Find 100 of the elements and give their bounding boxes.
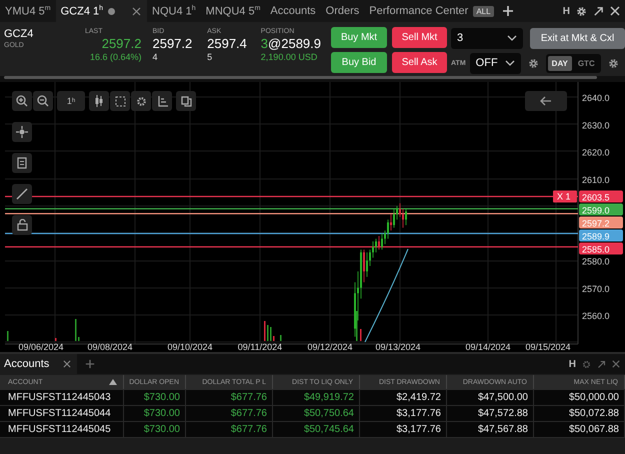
tab[interactable]: Orders [320, 0, 364, 22]
table-cell: $677.76 [186, 390, 273, 405]
selection-icon [114, 96, 126, 106]
price-tick: 2560.0 [582, 311, 610, 321]
popout-icon[interactable] [593, 6, 604, 16]
table-cell: $50,072.88 [534, 406, 625, 421]
table-cell: MFFUSFST112445043 [0, 390, 124, 405]
price-line[interactable] [5, 246, 578, 248]
zoom-in-icon [16, 95, 28, 107]
axis-icon [156, 96, 168, 106]
price-tick: 2570.0 [582, 284, 610, 294]
price-tag: 2597.2 [579, 216, 623, 228]
settings-icon[interactable] [608, 58, 619, 68]
tab-label: Orders [326, 5, 360, 17]
date-label: 09/14/2024 [465, 342, 511, 352]
price-tick: 2620.0 [582, 148, 610, 158]
tab[interactable]: Accounts [265, 0, 321, 22]
atm-dropdown[interactable]: OFF [470, 52, 521, 74]
price-line[interactable] [5, 232, 578, 234]
close-icon[interactable] [132, 6, 142, 16]
position-quantity: 3 [260, 36, 268, 51]
settings-icon[interactable] [576, 6, 587, 16]
copy-icon [180, 96, 192, 106]
order-tag[interactable]: X 1 [553, 190, 577, 202]
tab[interactable]: GCZ4 1$^{h}$ [56, 0, 148, 22]
chevron-down-icon [504, 60, 515, 66]
position-price: @2589.9 [268, 36, 321, 51]
buy-button[interactable]: Buy Bid [331, 52, 388, 73]
tab-label: Accounts [270, 5, 316, 17]
table-cell: $47,500.00 [447, 390, 534, 405]
table-cell: $49,919.72 [273, 390, 360, 405]
tab[interactable]: YMU4 5$^{m}$ [0, 0, 56, 22]
tab[interactable]: MNQU4 5$^{m}$ [200, 0, 266, 22]
notes-button[interactable] [12, 153, 32, 173]
tab-label: GCZ4 1$^{h}$ [60, 4, 104, 18]
position-pl: 2,190.00 USD [260, 52, 318, 62]
table-cell: $730.00 [124, 422, 186, 437]
table-cell: $730.00 [124, 390, 186, 405]
settings-icon[interactable] [528, 58, 539, 68]
price-line[interactable] [5, 213, 578, 214]
zoom-out-icon [37, 95, 49, 107]
crosshair-icon [16, 126, 28, 138]
symbol-name: GCZ4 [4, 28, 34, 40]
scrollbar[interactable] [4, 76, 597, 79]
ask-size: 5 [207, 52, 214, 62]
sell-button[interactable]: Sell Ask [392, 52, 448, 73]
price-tick: 2630.0 [582, 120, 610, 130]
table-cell: $50,067.88 [534, 422, 625, 437]
chart-type-button[interactable] [89, 91, 109, 111]
date-label: 09/13/2024 [375, 342, 421, 352]
interval-button[interactable]: 1$^{h}$ [57, 91, 85, 111]
tab[interactable]: Performance Center ALL [364, 0, 499, 22]
hide-button[interactable]: H [562, 6, 570, 16]
tab-label: Accounts [4, 358, 50, 370]
time-in-force-toggle[interactable]: DAY [548, 56, 572, 70]
zoom-in-button[interactable] [12, 91, 32, 111]
table-cell: $730.00 [124, 406, 186, 421]
price-tag: 2599.0 [579, 203, 623, 216]
table-cell: $47,572.88 [447, 406, 534, 421]
price-tick: 2640.0 [582, 93, 610, 103]
date-label: 09/08/2024 [87, 342, 133, 352]
scroll-back-button[interactable] [525, 91, 567, 111]
time-in-force-toggle[interactable]: GTC [574, 56, 599, 70]
buy-button[interactable]: Buy Mkt [331, 27, 388, 48]
date-label: 09/15/2024 [525, 342, 571, 352]
lock-button[interactable] [12, 215, 32, 235]
table-cell: $3,177.76 [360, 406, 447, 421]
indicators-button[interactable] [152, 91, 172, 111]
close-icon[interactable] [63, 360, 72, 368]
price-line[interactable] [5, 196, 578, 198]
filter-badge[interactable]: ALL [473, 6, 494, 16]
table-cell: MFFUSFST112445044 [0, 406, 124, 421]
tab-label: NQU4 1$^{h}$ [152, 4, 196, 18]
tab-label: YMU4 5$^{m}$ [5, 4, 51, 18]
sell-button[interactable]: Sell Mkt [392, 27, 448, 48]
quantity-dropdown[interactable]: 3 [451, 28, 524, 48]
settings-button[interactable] [131, 91, 151, 111]
tab-label: Performance Center [369, 5, 468, 17]
select-button[interactable] [110, 91, 130, 111]
zoom-out-button[interactable] [33, 91, 53, 111]
layout-button[interactable] [176, 91, 196, 111]
tab[interactable]: Accounts [0, 354, 78, 374]
last-price: 2597.2 [100, 36, 142, 51]
close-icon[interactable] [610, 6, 620, 16]
date-label: 09/10/2024 [167, 342, 213, 352]
price-change: 16.6 (0.64%) [88, 52, 142, 62]
bid-price: 2597.2 [152, 36, 194, 51]
price-tick: 2580.0 [582, 256, 610, 266]
table-cell: $50,750.64 [273, 406, 360, 421]
draw-line-button[interactable] [12, 184, 32, 204]
tab[interactable]: NQU4 1$^{h}$ [147, 0, 201, 22]
table-cell: MFFUSFST112445045 [0, 422, 124, 437]
price-tag: 2585.0 [579, 242, 623, 254]
table-cell: $47,567.88 [447, 422, 534, 437]
ask-price: 2597.4 [207, 36, 248, 51]
price-tag: 2603.5 [579, 190, 623, 202]
line-icon [16, 188, 28, 200]
hide-button[interactable]: H [568, 358, 576, 370]
exit-button[interactable]: Exit at Mkt & Cxl [530, 28, 625, 48]
crosshair-button[interactable] [12, 122, 32, 142]
